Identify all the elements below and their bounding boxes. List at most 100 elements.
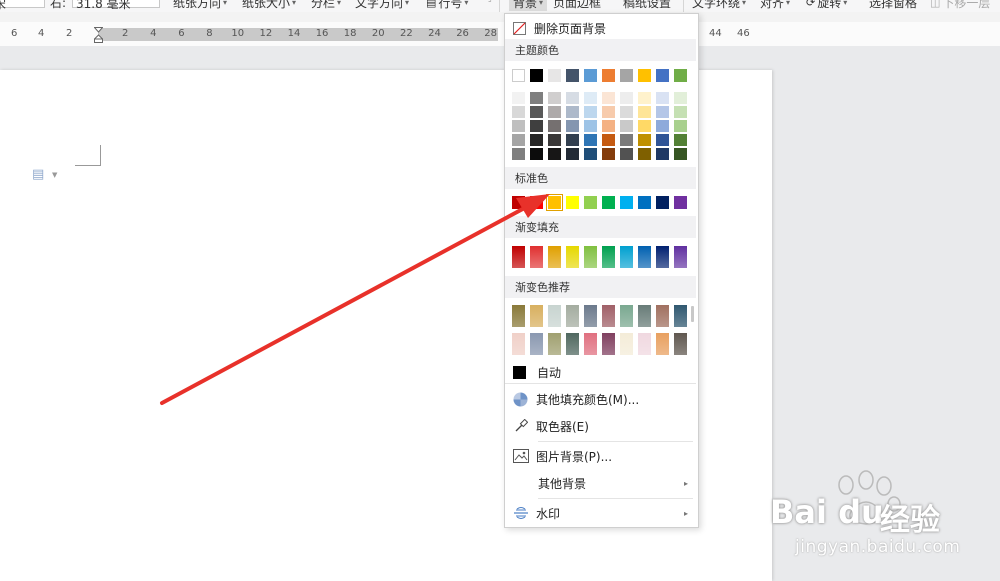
orientation-button[interactable]: 纸张方向 ▾ xyxy=(173,0,227,11)
theme-shade-swatch[interactable] xyxy=(584,92,597,104)
standard-color-swatch[interactable] xyxy=(546,194,563,211)
theme-shade-swatch[interactable] xyxy=(656,134,669,146)
gradient-recommend-swatch[interactable] xyxy=(566,333,579,355)
move-down-button[interactable]: ◫ 下移一层 xyxy=(930,0,990,11)
theme-shade-swatch[interactable] xyxy=(548,92,561,104)
gradient-recommend-swatch[interactable] xyxy=(530,333,543,355)
chevron-down-icon[interactable]: ▼ xyxy=(52,171,57,179)
theme-shade-swatch[interactable] xyxy=(656,106,669,118)
theme-shade-swatch[interactable] xyxy=(530,148,543,160)
gradient-recommend-swatch[interactable] xyxy=(638,305,651,327)
more-fill-colors-item[interactable]: 其他填充颜色(M)... xyxy=(505,388,696,410)
gradient-fill-swatch[interactable] xyxy=(602,246,615,268)
theme-shade-swatch[interactable] xyxy=(512,92,525,104)
gradient-recommend-swatch[interactable] xyxy=(548,305,561,327)
theme-shade-swatch[interactable] xyxy=(656,120,669,132)
standard-color-swatch[interactable] xyxy=(656,196,669,209)
theme-color-swatch[interactable] xyxy=(584,69,597,82)
theme-shade-swatch[interactable] xyxy=(638,106,651,118)
theme-shade-swatch[interactable] xyxy=(548,134,561,146)
text-wrap-button[interactable]: 文字环绕 ▾ xyxy=(692,0,746,11)
gradient-recommend-swatch[interactable] xyxy=(548,333,561,355)
line-number-button[interactable]: ▤ 行号 ▾ xyxy=(426,0,468,11)
gradient-recommend-swatch[interactable] xyxy=(620,305,633,327)
paper-size-button[interactable]: 纸张大小 ▾ xyxy=(242,0,296,11)
gradient-fill-swatch[interactable] xyxy=(530,246,543,268)
theme-color-swatch[interactable] xyxy=(656,69,669,82)
theme-shade-swatch[interactable] xyxy=(602,134,615,146)
auto-color-item[interactable]: 自动 xyxy=(505,362,696,382)
standard-color-swatch[interactable] xyxy=(602,196,615,209)
gradient-recommend-swatch[interactable] xyxy=(638,333,651,355)
standard-color-swatch[interactable] xyxy=(620,196,633,209)
theme-shade-swatch[interactable] xyxy=(602,106,615,118)
standard-color-swatch[interactable] xyxy=(512,196,525,209)
theme-shade-swatch[interactable] xyxy=(530,92,543,104)
selection-pane-button[interactable]: 选择窗格 xyxy=(869,0,917,11)
gradient-recommend-swatch[interactable] xyxy=(584,305,597,327)
paper-settings-button[interactable]: 稿纸设置 xyxy=(623,0,671,11)
gradient-recommend-swatch[interactable] xyxy=(602,333,615,355)
theme-color-swatch[interactable] xyxy=(548,69,561,82)
theme-shade-swatch[interactable] xyxy=(620,148,633,160)
theme-shade-swatch[interactable] xyxy=(638,92,651,104)
theme-shade-swatch[interactable] xyxy=(620,134,633,146)
gradient-recommend-swatch[interactable] xyxy=(602,305,615,327)
gradient-recommend-swatch[interactable] xyxy=(512,305,525,327)
theme-color-swatch[interactable] xyxy=(566,69,579,82)
theme-shade-swatch[interactable] xyxy=(584,120,597,132)
columns-button[interactable]: 分栏 ▾ xyxy=(311,0,341,11)
text-direction-button[interactable]: 文字方向 ▾ xyxy=(355,0,409,11)
theme-shade-swatch[interactable] xyxy=(674,148,687,160)
gradient-fill-swatch[interactable] xyxy=(620,246,633,268)
theme-shade-swatch[interactable] xyxy=(566,106,579,118)
theme-shade-swatch[interactable] xyxy=(620,92,633,104)
page-border-button[interactable]: 页面边框 xyxy=(553,0,601,11)
gradient-recommend-swatch[interactable] xyxy=(656,333,669,355)
theme-shade-swatch[interactable] xyxy=(584,148,597,160)
gradient-fill-swatch[interactable] xyxy=(512,246,525,268)
theme-shade-swatch[interactable] xyxy=(566,134,579,146)
theme-shade-swatch[interactable] xyxy=(638,134,651,146)
theme-shade-swatch[interactable] xyxy=(548,106,561,118)
picture-background-item[interactable]: 图片背景(P)... xyxy=(505,445,696,467)
gradient-recommend-swatch[interactable] xyxy=(530,305,543,327)
theme-shade-swatch[interactable] xyxy=(530,134,543,146)
color-picker-item[interactable]: 取色器(E) xyxy=(505,415,696,437)
background-button[interactable]: 背景 ▾ xyxy=(509,0,548,11)
theme-shade-swatch[interactable] xyxy=(620,120,633,132)
gradient-recommend-swatch[interactable] xyxy=(566,305,579,327)
theme-color-swatch[interactable] xyxy=(530,69,543,82)
gradient-fill-swatch[interactable] xyxy=(674,246,687,268)
theme-shade-swatch[interactable] xyxy=(512,134,525,146)
menu-scrollbar[interactable] xyxy=(691,306,694,322)
gradient-fill-swatch[interactable] xyxy=(566,246,579,268)
theme-shade-swatch[interactable] xyxy=(566,120,579,132)
gradient-recommend-swatch[interactable] xyxy=(584,333,597,355)
theme-color-swatch[interactable] xyxy=(512,69,525,82)
theme-shade-swatch[interactable] xyxy=(566,92,579,104)
remove-background-item[interactable]: 删除页面背景 xyxy=(505,18,696,38)
align-button[interactable]: 对齐 ▾ xyxy=(760,0,790,11)
theme-shade-swatch[interactable] xyxy=(566,148,579,160)
gradient-recommend-swatch[interactable] xyxy=(674,305,687,327)
theme-shade-swatch[interactable] xyxy=(674,106,687,118)
theme-shade-swatch[interactable] xyxy=(674,92,687,104)
theme-shade-swatch[interactable] xyxy=(512,120,525,132)
gradient-fill-swatch[interactable] xyxy=(584,246,597,268)
theme-shade-swatch[interactable] xyxy=(530,106,543,118)
paragraph-layout-icon[interactable]: ▤ xyxy=(32,167,44,182)
theme-shade-swatch[interactable] xyxy=(674,120,687,132)
gradient-recommend-swatch[interactable] xyxy=(656,305,669,327)
gradient-recommend-swatch[interactable] xyxy=(512,333,525,355)
theme-color-swatch[interactable] xyxy=(620,69,633,82)
theme-shade-swatch[interactable] xyxy=(602,148,615,160)
standard-color-swatch[interactable] xyxy=(638,196,651,209)
theme-shade-swatch[interactable] xyxy=(656,92,669,104)
watermark-item[interactable]: 水印 ▸ xyxy=(505,502,696,524)
standard-color-swatch[interactable] xyxy=(584,196,597,209)
theme-shade-swatch[interactable] xyxy=(530,120,543,132)
standard-color-swatch[interactable] xyxy=(674,196,687,209)
theme-color-swatch[interactable] xyxy=(638,69,651,82)
gradient-recommend-swatch[interactable] xyxy=(674,333,687,355)
